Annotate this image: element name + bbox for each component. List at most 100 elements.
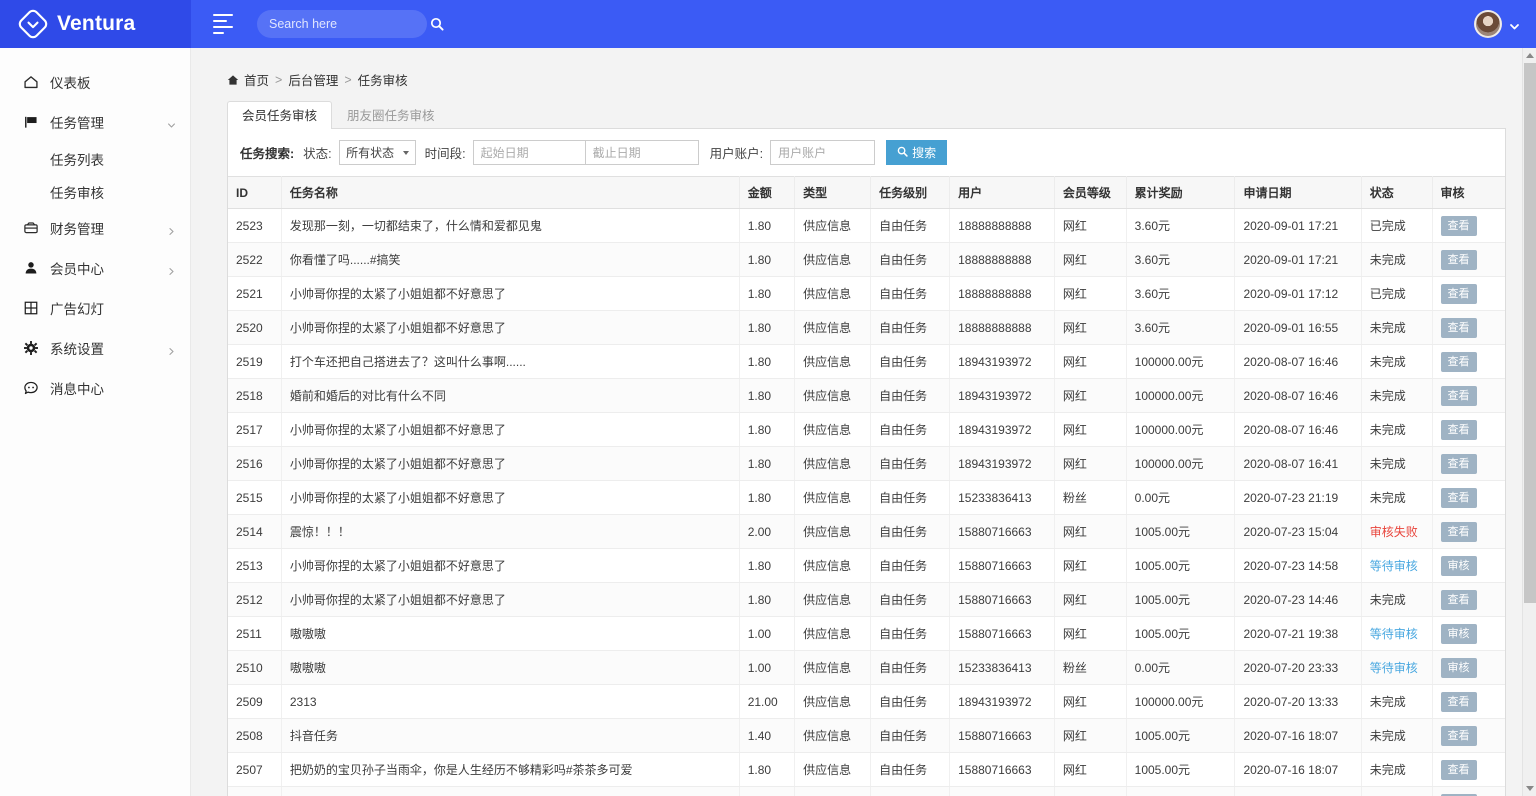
row-reward: 100000.00元 <box>1126 447 1235 481</box>
row-amount: 1.40 <box>739 719 794 753</box>
row-amount: 1.80 <box>739 413 794 447</box>
row-status: 未完成 <box>1361 413 1432 447</box>
sidebar-item-message-center[interactable]: 消息中心 <box>0 368 190 408</box>
row-task-name: 小帅哥你捏的太紧了小姐姐都不好意思了 <box>281 481 739 515</box>
row-id: 2509 <box>228 685 281 719</box>
view-button[interactable]: 查看 <box>1441 216 1477 236</box>
chevron-down-icon[interactable] <box>1509 19 1520 30</box>
row-id: 2523 <box>228 209 281 243</box>
row-id: 2514 <box>228 515 281 549</box>
view-button[interactable]: 查看 <box>1441 488 1477 508</box>
row-apply-date: 2020-09-01 17:12 <box>1235 277 1361 311</box>
window-scroll-down-arrow-icon[interactable] <box>1523 781 1536 796</box>
view-button[interactable]: 查看 <box>1441 692 1477 712</box>
row-member-level: 网红 <box>1054 379 1126 413</box>
window-scrollbar-thumb[interactable] <box>1524 63 1536 603</box>
sidebar-item-member-center[interactable]: 会员中心 <box>0 248 190 288</box>
row-user: 18888888888 <box>950 209 1055 243</box>
row-id: 2510 <box>228 651 281 685</box>
chevron-right-icon[interactable] <box>167 264 176 273</box>
view-button[interactable]: 查看 <box>1441 420 1477 440</box>
chevron-right-icon[interactable] <box>167 224 176 233</box>
date-start-input[interactable] <box>473 140 586 165</box>
global-search[interactable] <box>257 10 427 38</box>
view-button[interactable]: 查看 <box>1441 284 1477 304</box>
tab-moments-task-review[interactable]: 朋友圈任务审核 <box>332 101 450 129</box>
account-input[interactable] <box>770 140 875 165</box>
row-amount: 21.00 <box>739 685 794 719</box>
breadcrumb-item-home[interactable]: 首页 <box>244 70 269 89</box>
avatar[interactable] <box>1474 10 1502 38</box>
sidebar-item-finance[interactable]: 财务管理 <box>0 208 190 248</box>
app-root: Ventura <box>0 0 1536 796</box>
topbar-user-menu[interactable] <box>1474 10 1520 38</box>
column-header-apply-date: 申请日期 <box>1235 177 1361 209</box>
sidebar-item-label: 任务管理 <box>50 112 167 132</box>
review-button[interactable]: 审核 <box>1441 624 1477 644</box>
view-button[interactable]: 查看 <box>1441 590 1477 610</box>
view-button[interactable]: 查看 <box>1441 726 1477 746</box>
table-row: 2522你看懂了吗......#搞笑1.80供应信息自由任务1888888888… <box>228 243 1505 277</box>
row-apply-date: 2020-09-01 17:21 <box>1235 209 1361 243</box>
view-button[interactable]: 查看 <box>1441 760 1477 780</box>
view-button[interactable]: 查看 <box>1441 250 1477 270</box>
row-type: 供应信息 <box>795 209 871 243</box>
sidebar-item-dashboard[interactable]: 仪表板 <box>0 62 190 102</box>
sidebar-item-label: 消息中心 <box>50 378 176 398</box>
row-id: 2518 <box>228 379 281 413</box>
window-scrollbar[interactable] <box>1522 48 1536 796</box>
row-status: 未完成 <box>1361 311 1432 345</box>
row-action-cell: 查看 <box>1432 719 1505 753</box>
row-reward: 1005.00元 <box>1126 753 1235 787</box>
row-amount: 1.80 <box>739 379 794 413</box>
row-apply-date: 2020-07-16 18:07 <box>1235 753 1361 787</box>
sidebar-item-label: 会员中心 <box>50 258 167 278</box>
breadcrumb-item-admin[interactable]: 后台管理 <box>288 70 338 89</box>
window-scroll-up-arrow-icon[interactable] <box>1523 48 1536 63</box>
sidebar-subitem-task-review[interactable]: 任务审核 <box>0 175 190 208</box>
view-button[interactable]: 查看 <box>1441 454 1477 474</box>
status-select[interactable]: 所有状态 <box>339 140 416 165</box>
view-button[interactable]: 查看 <box>1441 522 1477 542</box>
row-member-level: 网红 <box>1054 277 1126 311</box>
hamburger-icon[interactable] <box>213 13 235 35</box>
row-task-level: 自由任务 <box>871 209 950 243</box>
view-button[interactable]: 查看 <box>1441 352 1477 372</box>
search-button[interactable]: 搜索 <box>886 140 947 165</box>
sidebar-subitem-task-list[interactable]: 任务列表 <box>0 142 190 175</box>
row-task-level: 自由任务 <box>871 243 950 277</box>
sidebar-item-ad-slides[interactable]: 广告幻灯 <box>0 288 190 328</box>
brand-logo[interactable]: Ventura <box>0 0 191 48</box>
view-button[interactable]: 查看 <box>1441 318 1477 338</box>
review-button[interactable]: 审核 <box>1441 556 1477 576</box>
row-action-cell: 查看 <box>1432 515 1505 549</box>
sidebar-item-system-settings[interactable]: 系统设置 <box>0 328 190 368</box>
row-reward: 1005.00元 <box>1126 787 1235 796</box>
review-button[interactable]: 审核 <box>1441 658 1477 678</box>
row-amount: 1.80 <box>739 753 794 787</box>
chevron-right-icon[interactable] <box>167 344 176 353</box>
search-input[interactable] <box>269 17 430 31</box>
task-review-table: ID 任务名称 金额 类型 任务级别 用户 会员等级 累计奖励 申请日期 状 <box>228 176 1505 796</box>
row-apply-date: 2020-07-23 14:46 <box>1235 583 1361 617</box>
date-end-input[interactable] <box>586 140 699 165</box>
sidebar-subitem-label: 任务审核 <box>50 182 104 202</box>
chevron-down-icon[interactable] <box>167 118 176 127</box>
view-button[interactable]: 查看 <box>1441 386 1477 406</box>
row-member-level: 网红 <box>1054 617 1126 651</box>
table-header: ID 任务名称 金额 类型 任务级别 用户 会员等级 累计奖励 申请日期 状 <box>228 177 1505 209</box>
row-task-level: 自由任务 <box>871 277 950 311</box>
row-id: 2519 <box>228 345 281 379</box>
row-task-level: 自由任务 <box>871 413 950 447</box>
row-action-cell: 查看 <box>1432 277 1505 311</box>
table-row: 2514震惊！！！2.00供应信息自由任务15880716663网红1005.0… <box>228 515 1505 549</box>
row-reward: 1005.00元 <box>1126 583 1235 617</box>
sidebar-item-task-management[interactable]: 任务管理 <box>0 102 190 142</box>
tab-member-task-review[interactable]: 会员任务审核 <box>227 101 332 129</box>
search-icon[interactable] <box>430 17 444 31</box>
row-reward: 1005.00元 <box>1126 515 1235 549</box>
row-task-name: 小帅哥你捏的太紧了小姐姐都不好意思了 <box>281 413 739 447</box>
row-status: 未完成 <box>1361 345 1432 379</box>
row-amount: 1.80 <box>739 277 794 311</box>
row-apply-date: 2020-07-23 21:19 <box>1235 481 1361 515</box>
